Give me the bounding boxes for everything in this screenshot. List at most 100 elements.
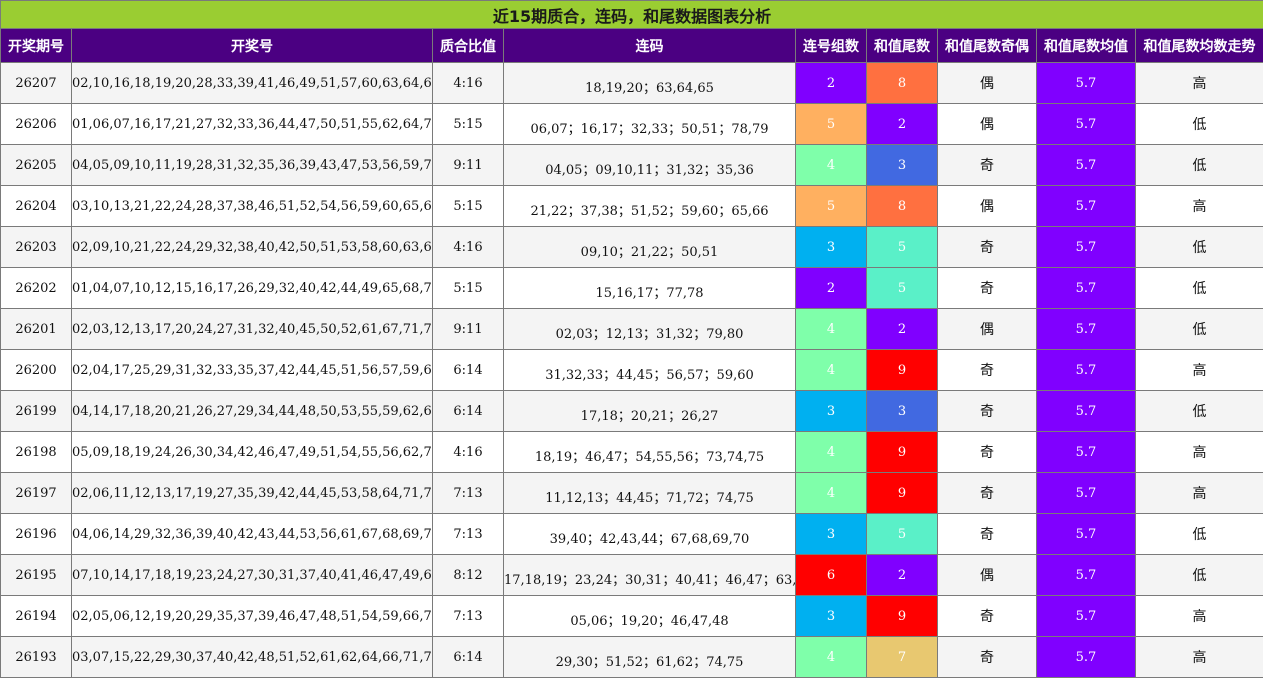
- cell-numbers: 03,07,15,22,29,30,37,40,42,48,51,52,61,6…: [72, 637, 433, 678]
- cell-lianma: 05,06；19,20；46,47,48: [504, 596, 796, 637]
- cell-avg: 5.7: [1037, 514, 1136, 555]
- cell-tail: 2: [867, 104, 938, 145]
- cell-parity: 奇: [938, 268, 1037, 309]
- cell-parity: 奇: [938, 145, 1037, 186]
- cell-numbers: 01,04,07,10,12,15,16,17,26,29,32,40,42,4…: [72, 268, 433, 309]
- cell-issue: 26194: [1, 596, 72, 637]
- cell-numbers: 07,10,14,17,18,19,23,24,27,30,31,37,40,4…: [72, 555, 433, 596]
- table-row: 2620403,10,13,21,22,24,28,37,38,46,51,52…: [1, 186, 1263, 227]
- cell-parity: 偶: [938, 555, 1037, 596]
- cell-parity: 奇: [938, 227, 1037, 268]
- header-numbers: 开奖号: [72, 29, 433, 63]
- cell-avg: 5.7: [1037, 391, 1136, 432]
- cell-avg: 5.7: [1037, 309, 1136, 350]
- cell-trend: 高: [1136, 637, 1263, 678]
- table-row: 2619303,07,15,22,29,30,37,40,42,48,51,52…: [1, 637, 1263, 678]
- cell-count: 2: [796, 268, 867, 309]
- cell-tail: 8: [867, 186, 938, 227]
- cell-tail: 2: [867, 309, 938, 350]
- table-row: 2619702,06,11,12,13,17,19,27,35,39,42,44…: [1, 473, 1263, 514]
- cell-ratio: 5:15: [433, 186, 504, 227]
- cell-lianma: 11,12,13；44,45；71,72；74,75: [504, 473, 796, 514]
- cell-count: 3: [796, 391, 867, 432]
- cell-tail: 9: [867, 596, 938, 637]
- cell-lianma: 18,19,20；63,64,65: [504, 63, 796, 104]
- cell-parity: 奇: [938, 596, 1037, 637]
- cell-parity: 奇: [938, 432, 1037, 473]
- table-title: 近15期质合，连码，和尾数据图表分析: [1, 1, 1263, 29]
- cell-trend: 低: [1136, 104, 1263, 145]
- cell-ratio: 4:16: [433, 227, 504, 268]
- table-body: 2620702,10,16,18,19,20,28,33,39,41,46,49…: [1, 63, 1263, 678]
- cell-tail: 9: [867, 473, 938, 514]
- cell-count: 4: [796, 473, 867, 514]
- cell-count: 5: [796, 186, 867, 227]
- cell-ratio: 9:11: [433, 309, 504, 350]
- cell-trend: 高: [1136, 473, 1263, 514]
- header-count: 连号组数: [796, 29, 867, 63]
- cell-trend: 高: [1136, 186, 1263, 227]
- cell-numbers: 02,03,12,13,17,20,24,27,31,32,40,45,50,5…: [72, 309, 433, 350]
- table-row: 2619604,06,14,29,32,36,39,40,42,43,44,53…: [1, 514, 1263, 555]
- cell-parity: 偶: [938, 104, 1037, 145]
- cell-ratio: 5:15: [433, 268, 504, 309]
- cell-ratio: 7:13: [433, 473, 504, 514]
- cell-numbers: 04,14,17,18,20,21,26,27,29,34,44,48,50,5…: [72, 391, 433, 432]
- cell-parity: 偶: [938, 63, 1037, 104]
- cell-issue: 26206: [1, 104, 72, 145]
- table-row: 2620601,06,07,16,17,21,27,32,33,36,44,47…: [1, 104, 1263, 145]
- cell-issue: 26205: [1, 145, 72, 186]
- cell-issue: 26200: [1, 350, 72, 391]
- cell-avg: 5.7: [1037, 637, 1136, 678]
- cell-tail: 5: [867, 227, 938, 268]
- cell-parity: 奇: [938, 473, 1037, 514]
- cell-avg: 5.7: [1037, 596, 1136, 637]
- cell-trend: 高: [1136, 432, 1263, 473]
- cell-lianma: 17,18；20,21；26,27: [504, 391, 796, 432]
- cell-ratio: 4:16: [433, 63, 504, 104]
- cell-issue: 26196: [1, 514, 72, 555]
- cell-numbers: 02,09,10,21,22,24,29,32,38,40,42,50,51,5…: [72, 227, 433, 268]
- table-row: 2619904,14,17,18,20,21,26,27,29,34,44,48…: [1, 391, 1263, 432]
- header-ratio: 质合比值: [433, 29, 504, 63]
- cell-trend: 低: [1136, 555, 1263, 596]
- cell-issue: 26201: [1, 309, 72, 350]
- cell-numbers: 02,06,11,12,13,17,19,27,35,39,42,44,45,5…: [72, 473, 433, 514]
- cell-ratio: 7:13: [433, 596, 504, 637]
- cell-ratio: 7:13: [433, 514, 504, 555]
- cell-avg: 5.7: [1037, 227, 1136, 268]
- cell-numbers: 05,09,18,19,24,26,30,34,42,46,47,49,51,5…: [72, 432, 433, 473]
- cell-issue: 26204: [1, 186, 72, 227]
- cell-numbers: 02,04,17,25,29,31,32,33,35,37,42,44,45,5…: [72, 350, 433, 391]
- cell-trend: 低: [1136, 268, 1263, 309]
- header-tail: 和值尾数: [867, 29, 938, 63]
- cell-parity: 奇: [938, 637, 1037, 678]
- cell-count: 3: [796, 514, 867, 555]
- cell-trend: 低: [1136, 391, 1263, 432]
- cell-avg: 5.7: [1037, 268, 1136, 309]
- cell-ratio: 6:14: [433, 637, 504, 678]
- cell-trend: 低: [1136, 227, 1263, 268]
- cell-parity: 奇: [938, 350, 1037, 391]
- cell-ratio: 9:11: [433, 145, 504, 186]
- cell-tail: 9: [867, 350, 938, 391]
- cell-issue: 26198: [1, 432, 72, 473]
- cell-numbers: 03,10,13,21,22,24,28,37,38,46,51,52,54,5…: [72, 186, 433, 227]
- cell-issue: 26193: [1, 637, 72, 678]
- cell-issue: 26197: [1, 473, 72, 514]
- cell-avg: 5.7: [1037, 350, 1136, 391]
- cell-count: 4: [796, 350, 867, 391]
- cell-parity: 奇: [938, 514, 1037, 555]
- cell-lianma: 06,07；16,17；32,33；50,51；78,79: [504, 104, 796, 145]
- cell-ratio: 5:15: [433, 104, 504, 145]
- cell-lianma: 02,03；12,13；31,32；79,80: [504, 309, 796, 350]
- cell-ratio: 8:12: [433, 555, 504, 596]
- table-row: 2619507,10,14,17,18,19,23,24,27,30,31,37…: [1, 555, 1263, 596]
- cell-lianma: 09,10；21,22；50,51: [504, 227, 796, 268]
- cell-avg: 5.7: [1037, 186, 1136, 227]
- header-trend: 和值尾数均数走势: [1136, 29, 1263, 63]
- cell-issue: 26207: [1, 63, 72, 104]
- cell-issue: 26195: [1, 555, 72, 596]
- cell-tail: 5: [867, 268, 938, 309]
- cell-tail: 3: [867, 391, 938, 432]
